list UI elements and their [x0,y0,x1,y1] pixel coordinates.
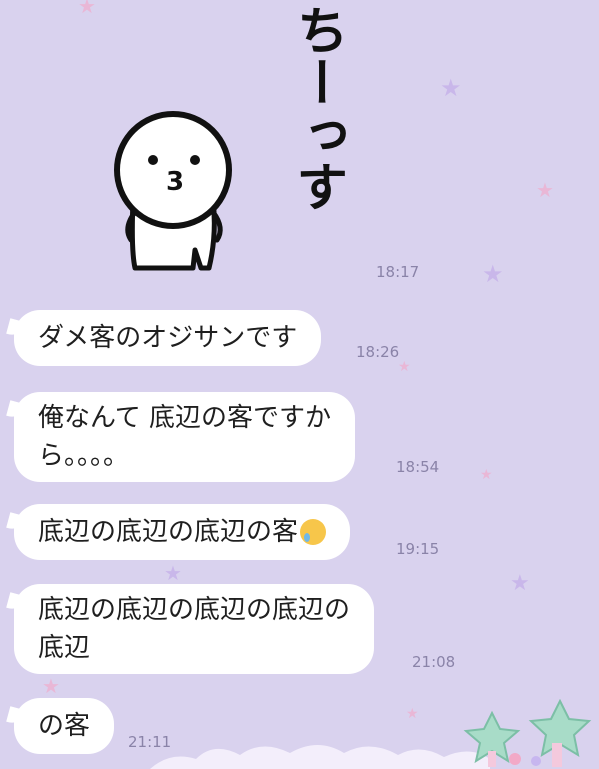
star-decoration-icon: ★ [398,359,411,375]
message-text: 俺なんて 底辺の客ですか ら。。。。 [38,403,331,471]
message-text: 底辺の底辺の底辺の客 [38,517,299,547]
sticker-text: ちーっす [287,4,347,212]
sticker-chiissu[interactable]: 3 ちーっす [105,0,347,285]
message-bubble[interactable]: 底辺の底辺の底辺の底辺の 底辺 [14,584,375,674]
cloud-decoration-icon [150,699,592,769]
star-decoration-icon: ★ [510,571,530,596]
crying-face-icon [300,519,327,545]
star-decoration-icon: ★ [482,260,504,288]
star-decoration-icon: ★ [440,74,462,102]
star-decoration-icon: ★ [42,674,60,698]
timestamp: 18:54 [396,458,440,476]
svg-text:3: 3 [166,167,184,197]
timestamp: 19:15 [396,540,440,558]
star-decoration-icon: ★ [536,178,554,202]
timestamp: 18:26 [356,343,400,361]
message-bubble[interactable]: 底辺の底辺の底辺の客 [14,504,351,560]
timestamp: 21:08 [412,653,456,671]
message-bubble[interactable]: ダメ客のオジサンです [14,310,322,366]
message-bubble[interactable]: 俺なんて 底辺の客ですか ら。。。。 [14,392,355,482]
message-text: ダメ客のオジサンです [38,323,298,353]
star-decoration-icon: ★ [164,561,182,585]
star-decoration-icon: ★ [78,0,96,18]
message-text: 底辺の底辺の底辺の底辺の 底辺 [38,595,351,663]
star-decoration-icon: ★ [480,467,493,483]
timestamp: 18:17 [376,263,420,281]
